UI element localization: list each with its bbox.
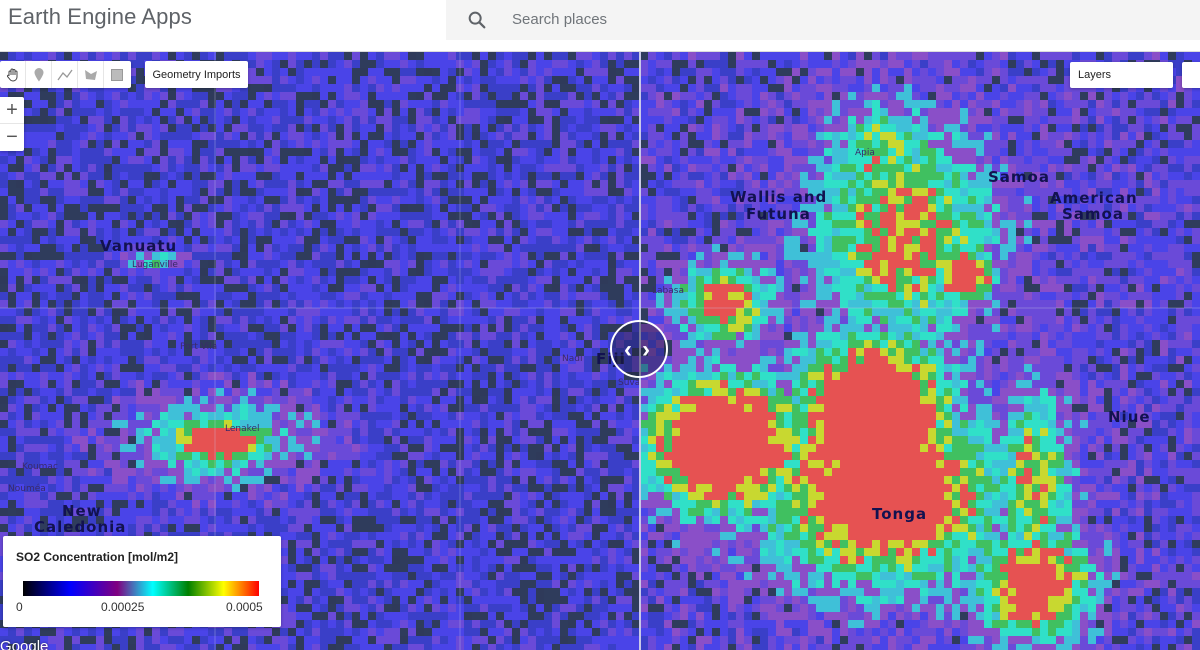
- app-title: Earth Engine Apps: [8, 4, 192, 29]
- swipe-handle[interactable]: ‹ ›: [610, 320, 668, 378]
- rectangle-tool-button[interactable]: [104, 61, 130, 88]
- drawing-toolbar: [0, 61, 131, 88]
- zoom-out-button[interactable]: −: [0, 124, 24, 151]
- place-label-lenakel: Lenakel: [225, 424, 260, 434]
- legend-max-label: 0.0005: [226, 600, 263, 614]
- chevron-right-icon: ›: [642, 336, 650, 363]
- map-type-button[interactable]: [1182, 62, 1200, 88]
- chevron-left-icon: ‹: [624, 336, 632, 363]
- rectangle-icon: [111, 68, 123, 81]
- search-input[interactable]: [512, 7, 1112, 31]
- polygon-tool-button[interactable]: [78, 61, 104, 88]
- place-label-port-vila: Port Vila: [180, 342, 218, 352]
- legend-title: SO2 Concentration [mol/m2]: [16, 550, 179, 564]
- so2-legend: SO2 Concentration [mol/m2] 0 0.00025 0.0…: [3, 536, 281, 627]
- zoom-control: + −: [0, 97, 24, 151]
- place-label-nadi: Nadi: [562, 354, 583, 364]
- point-marker-icon: [34, 67, 43, 81]
- place-label-niue: Niue: [1108, 408, 1151, 426]
- place-label-vanuatu: Vanuatu: [100, 237, 178, 255]
- line-icon: [56, 69, 73, 80]
- place-label-apia: Apia: [855, 148, 875, 158]
- place-label-luganville: Luganville: [132, 260, 178, 270]
- place-label-koumac: Koumac: [22, 462, 58, 472]
- polygon-icon: [84, 69, 97, 80]
- place-label-samoa: Samoa: [988, 168, 1050, 186]
- place-label-caledonia: Caledonia: [34, 518, 127, 536]
- legend-min-label: 0: [16, 600, 23, 614]
- pan-tool-button[interactable]: [0, 61, 26, 88]
- search-box[interactable]: [446, 0, 1200, 40]
- line-tool-button[interactable]: [52, 61, 78, 88]
- place-label-suva: Suva: [618, 378, 641, 388]
- marker-tool-button[interactable]: [26, 61, 52, 88]
- map-view[interactable]: Vanuatu Luganville Port Vila Lenakel New…: [0, 52, 1200, 650]
- google-attribution: Google: [0, 638, 49, 650]
- place-label-american-samoa: Samoa: [1062, 205, 1124, 223]
- legend-color-bar: [23, 581, 259, 596]
- search-icon[interactable]: [466, 9, 488, 31]
- place-label-futuna: Futuna: [746, 205, 811, 223]
- layers-button[interactable]: Layers: [1070, 62, 1173, 88]
- zoom-in-button[interactable]: +: [0, 97, 24, 124]
- map-right-panel[interactable]: [640, 52, 1200, 650]
- pan-hand-icon: [6, 68, 17, 82]
- geometry-imports-button[interactable]: Geometry Imports: [145, 61, 248, 88]
- place-label-tonga: Tonga: [872, 505, 928, 523]
- legend-mid-label: 0.00025: [101, 600, 145, 614]
- place-label-wallis-and: Wallis and: [730, 188, 828, 206]
- place-label-labasa: Labasa: [652, 286, 684, 296]
- place-label-noumea: Nouméa: [8, 484, 46, 494]
- so2-right-raster: [640, 52, 1200, 650]
- app-header: Earth Engine Apps: [0, 0, 1200, 52]
